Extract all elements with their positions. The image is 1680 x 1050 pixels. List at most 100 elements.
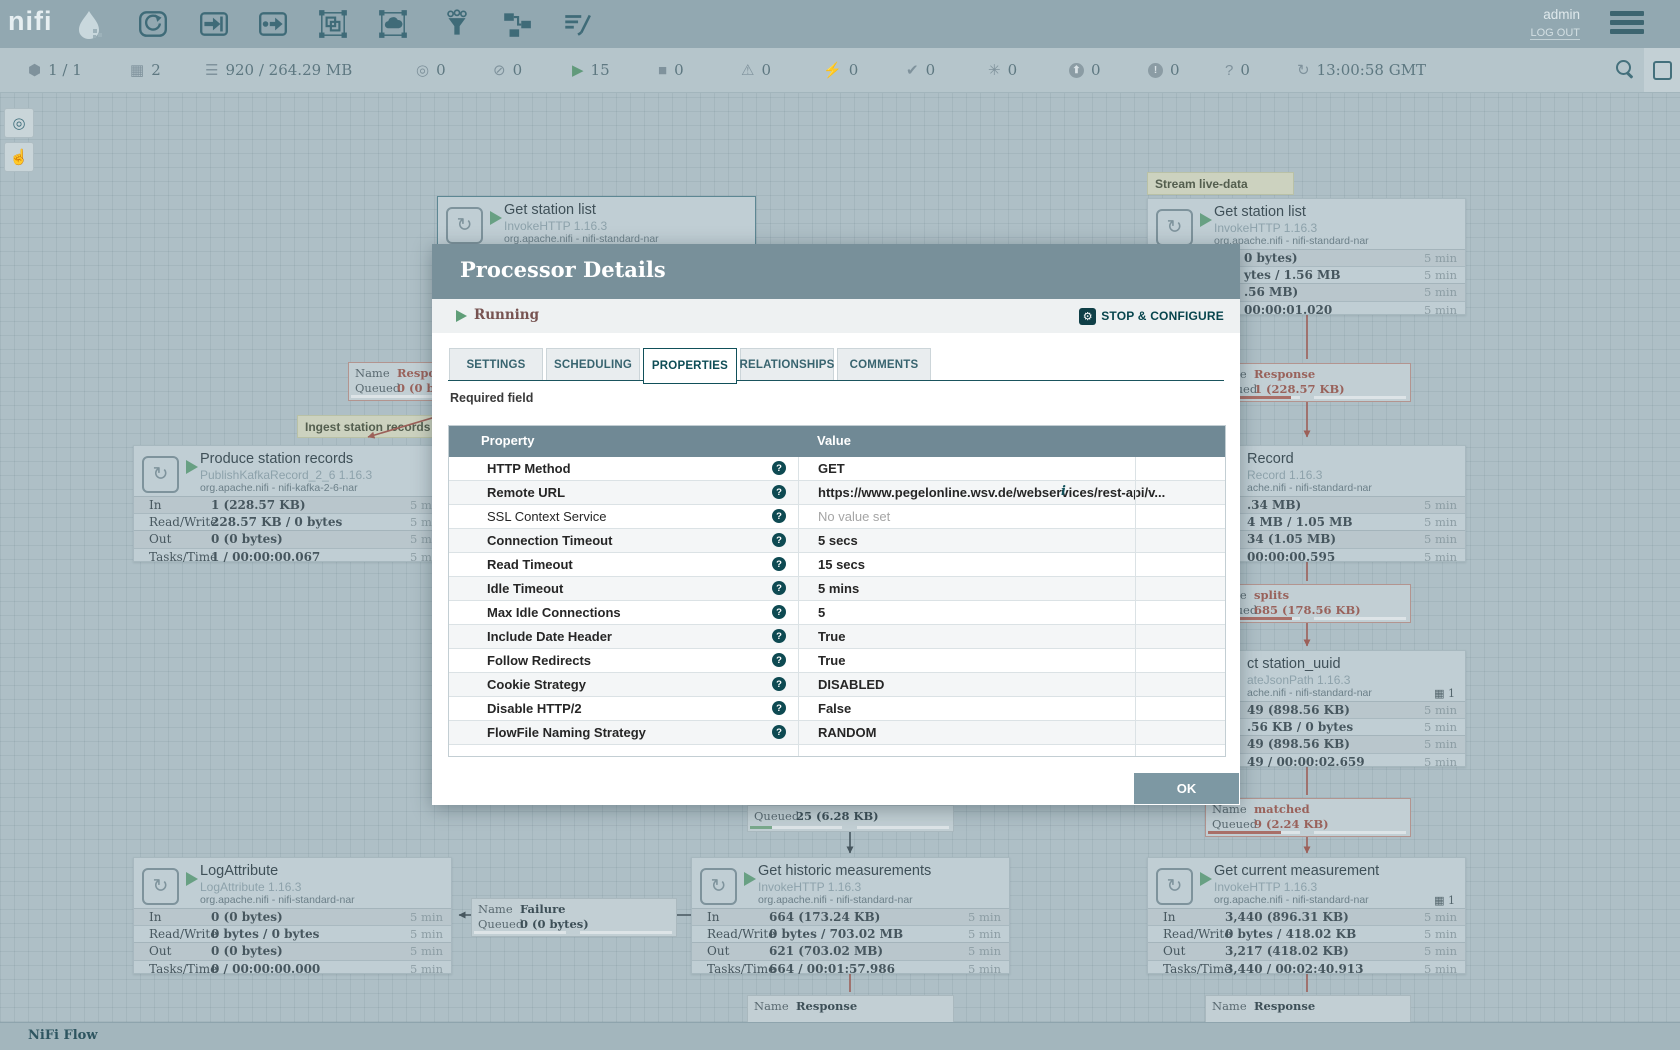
connection-failure[interactable]: NameFailureQueued0 (0 bytes) — [471, 898, 677, 937]
search-icon[interactable] — [1616, 60, 1636, 80]
running-icon — [456, 310, 467, 322]
help-icon[interactable]: ? — [772, 725, 786, 739]
locally-modified-and-stale-status: !0 — [1148, 48, 1180, 92]
property-row: Max Idle Connections?5 — [449, 601, 1225, 625]
help-icon[interactable]: ? — [772, 509, 786, 523]
property-value[interactable]: DISABLED — [818, 677, 884, 692]
help-icon[interactable]: ? — [772, 653, 786, 667]
processor-icon[interactable] — [137, 8, 169, 40]
property-name: SSL Context Service — [487, 509, 606, 524]
stat-period: 5 min — [410, 927, 443, 941]
help-icon[interactable]: ? — [772, 461, 786, 475]
help-icon[interactable]: ? — [772, 557, 786, 571]
ok-button[interactable]: OK — [1134, 773, 1239, 804]
property-value[interactable]: 5 — [818, 605, 825, 620]
tab-scheduling[interactable]: SCHEDULING — [546, 348, 640, 381]
label-icon[interactable] — [561, 8, 593, 40]
stat-value: 228.57 KB / 0 bytes — [211, 515, 342, 529]
stat-label: Out — [707, 944, 729, 958]
hand-button[interactable]: ☝ — [4, 142, 34, 172]
property-value[interactable]: True — [818, 653, 845, 668]
processor-bundle: org.apache.nifi - nifi-standard-nar — [1214, 894, 1369, 906]
stat-row: Out0 (0 bytes)5 min — [134, 942, 451, 959]
help-icon[interactable]: ? — [772, 629, 786, 643]
refresh-count: 13:00:58 GMT — [1317, 61, 1426, 79]
tab-properties[interactable]: PROPERTIES — [643, 348, 737, 384]
property-row: Connection Timeout?5 secs — [449, 529, 1225, 553]
property-name: HTTP Method — [487, 461, 571, 476]
process-group-icon[interactable] — [317, 8, 349, 40]
property-value[interactable]: False — [818, 701, 851, 716]
property-value[interactable]: True — [818, 629, 845, 644]
property-value[interactable]: 5 secs — [818, 533, 858, 548]
property-row: SSL Context Service? No value set — [449, 505, 1225, 529]
property-value[interactable]: RANDOM — [818, 725, 877, 740]
up-to-date-icon: ✔ — [906, 61, 919, 79]
connection-row-value: Failure — [520, 902, 565, 916]
locally-modified-and-stale-count: 0 — [1170, 61, 1180, 79]
stat-label: Out — [149, 944, 171, 958]
funnel-icon[interactable] — [441, 8, 473, 40]
invalid-count: 0 — [761, 61, 771, 79]
template-icon[interactable] — [501, 8, 533, 40]
info-icon: i — [1061, 484, 1066, 499]
property-value[interactable]: No value set — [818, 509, 890, 524]
connection-row-label: Name — [478, 902, 513, 916]
cluster-icon: ⬢ — [28, 61, 41, 79]
log-attribute[interactable]: ↻LogAttributeLogAttribute 1.16.3org.apac… — [133, 857, 452, 974]
stat-row: Read/Write0 bytes / 418.02 KB5 min — [1148, 925, 1465, 942]
breadcrumb-root[interactable]: NiFi Flow — [28, 1028, 98, 1043]
breadcrumb: NiFi Flow — [0, 1022, 1680, 1050]
help-icon[interactable]: ? — [772, 581, 786, 595]
canvas-label-ingest-station-records[interactable]: Ingest station records — [297, 415, 433, 438]
help-icon[interactable]: ? — [772, 533, 786, 547]
global-menu-icon[interactable] — [1610, 11, 1644, 37]
input-port-icon[interactable] — [198, 8, 230, 40]
help-icon[interactable]: ? — [772, 701, 786, 715]
processor-icon: ↻ — [1156, 209, 1193, 246]
produce-station-records[interactable]: ↻Produce station recordsPublishKafkaReco… — [133, 445, 452, 562]
canvas-label-stream-live-data[interactable]: Stream live-data — [1147, 172, 1294, 195]
stat-value: 664 / 00:01:57.986 — [769, 962, 895, 976]
help-icon[interactable]: ? — [772, 605, 786, 619]
processor-icon: ↻ — [1156, 868, 1193, 905]
backpressure-count-bar — [750, 826, 842, 830]
processor-title: Get station list — [1214, 203, 1306, 221]
stat-period: 5 min — [1424, 303, 1457, 317]
stat-period: 5 min — [1424, 720, 1457, 734]
processor-stats: In1 (228.57 KB)5 minRead/Write228.57 KB … — [134, 496, 451, 561]
connection-row-value: splits — [1254, 588, 1289, 602]
get-current-measurement[interactable]: ↻Get current measurementInvokeHTTP 1.16.… — [1147, 857, 1466, 974]
stat-period: 5 min — [1424, 285, 1457, 299]
active-threads-badge: ▦ 1 — [1434, 687, 1455, 700]
output-port-icon[interactable] — [257, 8, 289, 40]
property-name: Read Timeout — [487, 557, 573, 572]
processor-title: ct station_uuid — [1247, 655, 1341, 673]
stat-period: 5 min — [410, 944, 443, 958]
stat-period: 5 min — [410, 910, 443, 924]
property-value[interactable]: https://www.pegelonline.wsv.de/webservic… — [818, 485, 1165, 500]
help-icon[interactable]: ? — [772, 485, 786, 499]
remote-process-group-icon[interactable] — [377, 8, 409, 40]
property-value[interactable]: GET — [818, 461, 845, 476]
nifi-app: nifi admin LOG OUT ⬢1 / 1▦2☰920 / 264.29… — [0, 0, 1680, 1050]
stat-row: Tasks/Time3,440 / 00:02:40.9135 min — [1148, 960, 1465, 977]
logout-link[interactable]: LOG OUT — [1530, 27, 1580, 40]
outline-toggle-icon[interactable] — [1644, 48, 1680, 92]
tab-comments[interactable]: COMMENTS — [837, 348, 931, 381]
help-icon[interactable]: ? — [772, 677, 786, 691]
stop-and-configure-button[interactable]: ⚙ STOP & CONFIGURE — [1079, 306, 1224, 326]
processor-title: Get station list — [504, 201, 596, 219]
get-historic-measurements[interactable]: ↻Get historic measurementsInvokeHTTP 1.1… — [691, 857, 1010, 974]
property-value[interactable]: 15 secs — [818, 557, 865, 572]
stat-value: 1 / 00:00:00.067 — [211, 550, 320, 564]
property-value[interactable]: 5 mins — [818, 581, 859, 596]
connection-row-value: 9 (2.24 KB) — [1254, 817, 1329, 831]
tab-relationships[interactable]: RELATIONSHIPS — [740, 348, 834, 381]
stat-label: Read/Write — [149, 927, 217, 941]
crosshair-button[interactable]: ◎ — [4, 108, 34, 138]
tab-settings[interactable]: SETTINGS — [449, 348, 543, 381]
stat-value: 3,217 (418.02 KB) — [1225, 944, 1349, 958]
transmitting-count: 0 — [436, 61, 446, 79]
connection-historic-queue[interactable]: Queued25 (6.28 KB) — [747, 805, 954, 832]
